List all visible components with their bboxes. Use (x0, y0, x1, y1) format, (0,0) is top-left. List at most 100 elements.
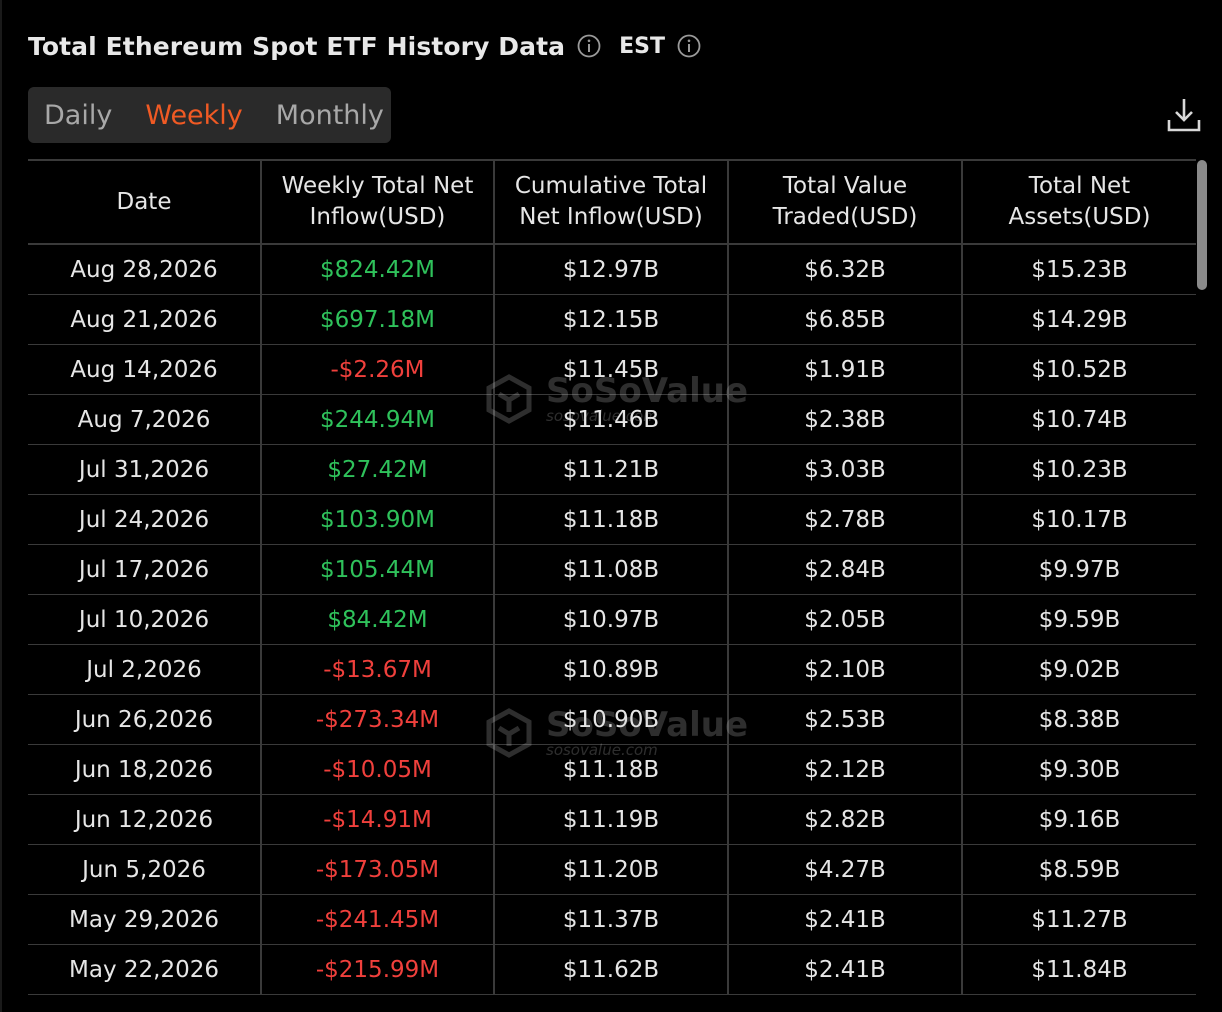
table-row: Jul 10,2026 $84.42M $10.97B $2.05B $9.59B (28, 594, 1196, 645)
cumulative-inflow-cell: $12.97B (494, 244, 729, 295)
history-table-container[interactable]: Date Weekly Total Net Inflow(USD) Cumulati… (28, 159, 1196, 1012)
value-traded-cell: $2.12B (728, 744, 963, 795)
column-header: Weekly Total Net Inflow(USD) (261, 159, 495, 245)
net-assets-cell: $11.27B (962, 894, 1196, 945)
column-header: Date (28, 159, 262, 245)
table-row: Jul 24,2026 $103.90M $11.18B $2.78B $10.17B (28, 494, 1196, 545)
table-header-row: Date Weekly Total Net Inflow(USD) Cumulati… (28, 159, 1196, 245)
cumulative-inflow-cell: $10.97B (494, 594, 729, 645)
value-traded-cell: $2.82B (728, 794, 963, 845)
header: Total Ethereum Spot ETF History Data EST (28, 30, 701, 62)
net-assets-cell: $9.16B (962, 794, 1196, 845)
table-row: Jul 2,2026 -$13.67M $10.89B $2.10B $9.02B (28, 644, 1196, 695)
weekly-inflow-cell: $697.18M (261, 294, 495, 345)
cumulative-inflow-cell: $11.18B (494, 494, 729, 545)
column-header: Cumulative Total Net Inflow(USD) (494, 159, 729, 245)
value-traded-cell: $2.78B (728, 494, 963, 545)
cumulative-inflow-cell: $12.15B (494, 294, 729, 345)
date-cell: Jun 12,2026 (28, 794, 262, 845)
date-cell: Jul 10,2026 (28, 594, 262, 645)
date-cell: Jun 26,2026 (28, 694, 262, 745)
weekly-inflow-cell: $84.42M (261, 594, 495, 645)
info-icon[interactable] (577, 34, 601, 58)
net-assets-cell: $10.17B (962, 494, 1196, 545)
weekly-inflow-cell: -$241.45M (261, 894, 495, 945)
net-assets-cell: $8.59B (962, 844, 1196, 895)
weekly-inflow-cell: -$2.26M (261, 344, 495, 395)
cumulative-inflow-cell: $11.46B (494, 394, 729, 445)
timezone-label: EST (619, 33, 666, 59)
net-assets-cell: $10.52B (962, 344, 1196, 395)
date-cell: May 29,2026 (28, 894, 262, 945)
date-cell: Jul 31,2026 (28, 444, 262, 495)
net-assets-cell: $9.59B (962, 594, 1196, 645)
cumulative-inflow-cell: $11.20B (494, 844, 729, 895)
cumulative-inflow-cell: $10.89B (494, 644, 729, 695)
date-cell: Aug 28,2026 (28, 244, 262, 295)
value-traded-cell: $3.03B (728, 444, 963, 495)
cumulative-inflow-cell: $11.62B (494, 944, 729, 995)
cumulative-inflow-cell: $11.19B (494, 794, 729, 845)
weekly-inflow-cell: $103.90M (261, 494, 495, 545)
value-traded-cell: $4.27B (728, 844, 963, 895)
value-traded-cell: $2.41B (728, 894, 963, 945)
table-row: Aug 28,2026 $824.42M $12.97B $6.32B $15.23B (28, 244, 1196, 295)
table-row: Jun 5,2026 -$173.05M $11.20B $4.27B $8.59B (28, 844, 1196, 895)
table-row: Jun 12,2026 -$14.91M $11.19B $2.82B $9.16B (28, 794, 1196, 845)
table-row: May 22,2026 -$215.99M $11.62B $2.41B $11.84B (28, 944, 1196, 995)
cumulative-inflow-cell: $11.37B (494, 894, 729, 945)
date-cell: May 22,2026 (28, 944, 262, 995)
tab-daily[interactable]: Daily (44, 100, 112, 131)
value-traded-cell: $1.91B (728, 344, 963, 395)
date-cell: Jul 24,2026 (28, 494, 262, 545)
net-assets-cell: $11.84B (962, 944, 1196, 995)
column-header: Total Net Assets(USD) (962, 159, 1196, 245)
table-row: Aug 7,2026 $244.94M $11.46B $2.38B $10.74B (28, 394, 1196, 445)
date-cell: Jun 5,2026 (28, 844, 262, 895)
date-cell: Aug 21,2026 (28, 294, 262, 345)
value-traded-cell: $2.84B (728, 544, 963, 595)
table-row: Aug 14,2026 -$2.26M $11.45B $1.91B $10.52B (28, 344, 1196, 395)
value-traded-cell: $2.41B (728, 944, 963, 995)
date-cell: Aug 7,2026 (28, 394, 262, 445)
column-header: Total Value Traded(USD) (728, 159, 963, 245)
weekly-inflow-cell: -$14.91M (261, 794, 495, 845)
net-assets-cell: $9.97B (962, 544, 1196, 595)
tab-monthly[interactable]: Monthly (276, 100, 384, 131)
date-cell: Aug 14,2026 (28, 344, 262, 395)
etf-history-panel: Total Ethereum Spot ETF History Data EST… (0, 0, 1222, 1012)
value-traded-cell: $2.53B (728, 694, 963, 745)
weekly-inflow-cell: -$10.05M (261, 744, 495, 795)
tab-weekly[interactable]: Weekly (145, 100, 242, 131)
weekly-inflow-cell: $244.94M (261, 394, 495, 445)
net-assets-cell: $10.23B (962, 444, 1196, 495)
date-cell: Jul 17,2026 (28, 544, 262, 595)
cumulative-inflow-cell: $11.45B (494, 344, 729, 395)
net-assets-cell: $14.29B (962, 294, 1196, 345)
info-icon[interactable] (677, 34, 701, 58)
value-traded-cell: $2.10B (728, 644, 963, 695)
value-traded-cell: $6.85B (728, 294, 963, 345)
scrollbar[interactable] (1197, 160, 1207, 290)
weekly-inflow-cell: -$173.05M (261, 844, 495, 895)
page-title: Total Ethereum Spot ETF History Data (28, 31, 566, 61)
table-row: May 29,2026 -$241.45M $11.37B $2.41B $11.27B (28, 894, 1196, 945)
net-assets-cell: $8.38B (962, 694, 1196, 745)
cumulative-inflow-cell: $11.21B (494, 444, 729, 495)
table-row: Jul 31,2026 $27.42M $11.21B $3.03B $10.23B (28, 444, 1196, 495)
weekly-inflow-cell: -$215.99M (261, 944, 495, 995)
download-icon[interactable] (1166, 96, 1202, 134)
net-assets-cell: $9.30B (962, 744, 1196, 795)
date-cell: Jul 2,2026 (28, 644, 262, 695)
table-row: Jun 18,2026 -$10.05M $11.18B $2.12B $9.30B (28, 744, 1196, 795)
weekly-inflow-cell: $27.42M (261, 444, 495, 495)
date-cell: Jun 18,2026 (28, 744, 262, 795)
table-row: Jun 26,2026 -$273.34M $10.90B $2.53B $8.38B (28, 694, 1196, 745)
net-assets-cell: $15.23B (962, 244, 1196, 295)
value-traded-cell: $6.32B (728, 244, 963, 295)
weekly-inflow-cell: $105.44M (261, 544, 495, 595)
value-traded-cell: $2.38B (728, 394, 963, 445)
history-table: Date Weekly Total Net Inflow(USD) Cumulati… (28, 159, 1196, 995)
cumulative-inflow-cell: $10.90B (494, 694, 729, 745)
weekly-inflow-cell: -$13.67M (261, 644, 495, 695)
